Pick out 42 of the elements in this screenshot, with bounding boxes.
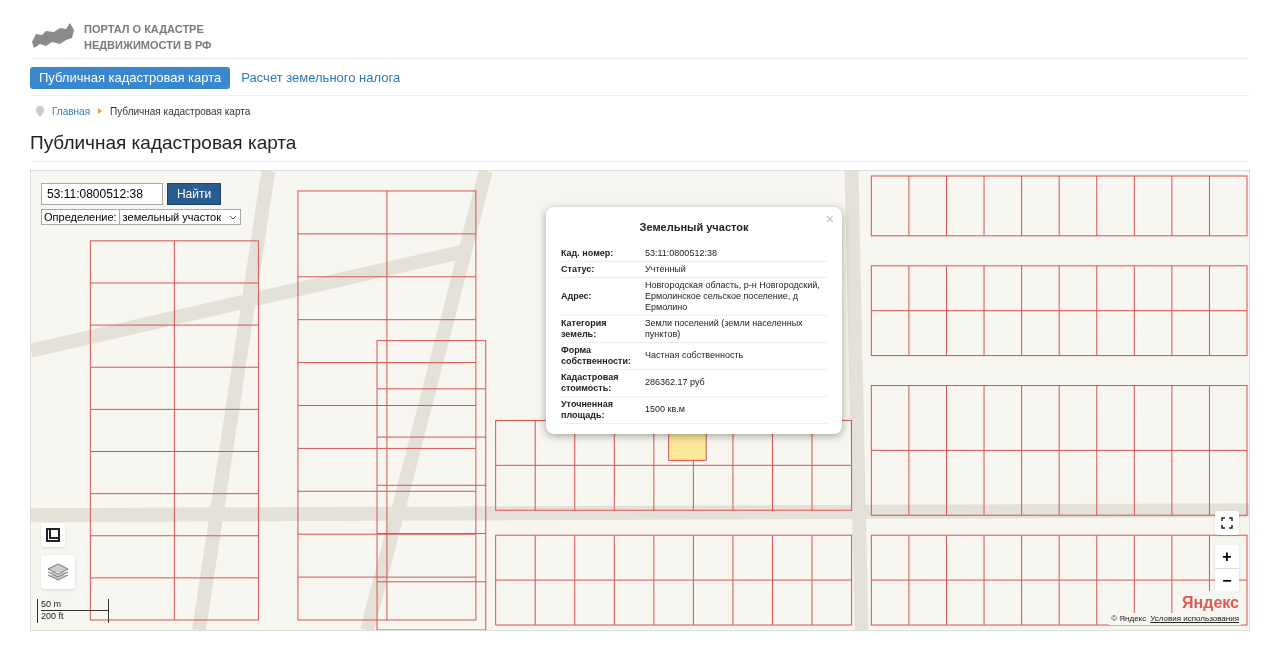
- field-label: Кадастровая стоимость:: [561, 371, 620, 394]
- breadcrumb-current: Публичная кадастровая карта: [110, 104, 251, 119]
- fullscreen-button[interactable]: [1215, 511, 1239, 535]
- zoom-in-button[interactable]: +: [1215, 545, 1239, 569]
- field-value: Новгородская область, р-н Новгородский, Ермолинское сельское поселение, д Ермолино: [645, 279, 821, 313]
- scale-label: 200 ft: [41, 611, 65, 622]
- chevron-down-icon: [229, 214, 237, 220]
- nav-tab[interactable]: Публичная кадастровая карта: [30, 67, 231, 89]
- breadcrumb-link[interactable]: Главная: [52, 103, 91, 119]
- cadastral-number-field[interactable]: 53:11:0800512:38: [41, 183, 163, 205]
- ruler-icon: [46, 528, 60, 542]
- logo-text: НЕДВИЖИМОСТИ В РФ: [84, 38, 212, 53]
- field-label: Уточненная площадь:: [561, 398, 614, 421]
- copyright-text: © Яндекс: [1111, 613, 1147, 625]
- mode-label: Определение:: [43, 209, 118, 225]
- field-label: Адрес:: [561, 290, 593, 302]
- field-value: Земли поселений (земли населенных пунктов): [645, 317, 804, 340]
- field-value: 286362.17 руб: [645, 377, 706, 388]
- layers-icon: [47, 563, 69, 581]
- fullscreen-icon: [1221, 517, 1233, 529]
- mode-select[interactable]: земельный участок: [118, 208, 240, 226]
- field-value: Учтенный: [645, 263, 687, 275]
- field-value: 1500 кв.м: [645, 404, 686, 415]
- field-label: Кад. номер:: [561, 247, 615, 259]
- nav-tab[interactable]: Расчет земельного налога: [240, 67, 402, 89]
- location-pin-icon: [36, 105, 44, 117]
- ruler-button[interactable]: [41, 523, 65, 547]
- popup-title: Земельный участок: [638, 220, 750, 235]
- field-value: 53:11:0800512:38: [645, 247, 718, 259]
- find-button[interactable]: Найти: [167, 183, 221, 205]
- field-label: Форма собственности:: [561, 344, 632, 367]
- logo-text: ПОРТАЛ О КАДАСТРЕ: [84, 22, 205, 37]
- terms-link[interactable]: Условия использования: [1150, 613, 1239, 625]
- map-provider-logo: Яндекс: [1180, 591, 1241, 615]
- breadcrumb-separator-icon: [98, 108, 103, 114]
- scale-label: 50 m: [41, 599, 108, 611]
- field-label: Статус:: [561, 263, 596, 275]
- field-value: Частная собственность: [645, 350, 745, 361]
- page-title: Публичная кадастровая карта: [30, 131, 298, 155]
- layers-button[interactable]: [41, 555, 75, 589]
- field-label: Категория земель:: [561, 317, 608, 340]
- zoom-out-button[interactable]: −: [1215, 569, 1239, 593]
